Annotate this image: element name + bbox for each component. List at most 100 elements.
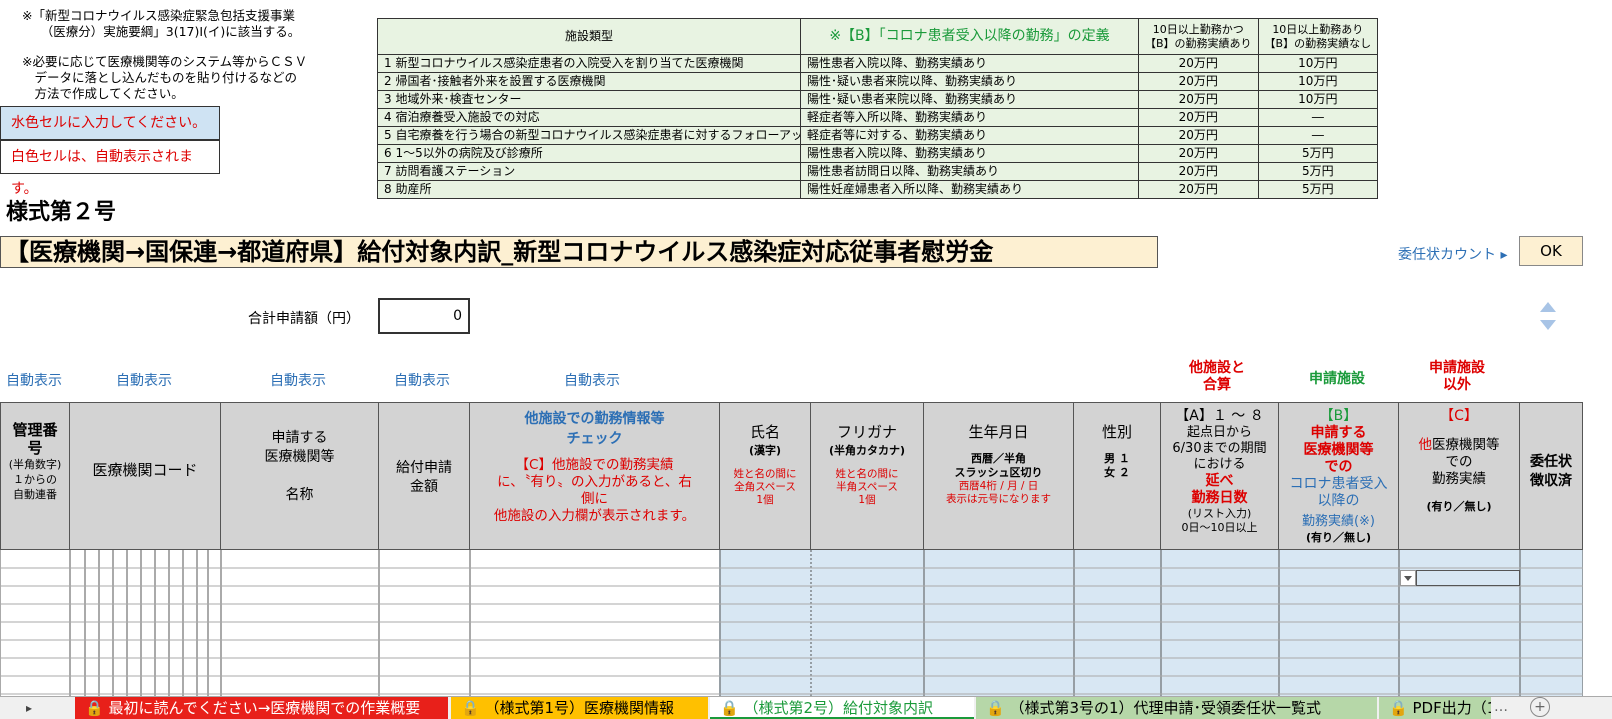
- ref-cell: 20万円: [1138, 144, 1259, 163]
- ref-cell: 4 宿泊療養受入施設での対応: [377, 108, 801, 127]
- col-shimei: 氏名 (漢字) 姓と名の間に 全角スペース 1個: [719, 402, 811, 550]
- ok-button[interactable]: OK: [1519, 236, 1583, 266]
- ref-cell: 8 助産所: [377, 180, 801, 199]
- col-birth-sub: 西暦／半角 スラッシュ区切り: [954, 452, 1043, 479]
- page-title: 【医療機関→国保連→都道府県】給付対象内訳_新型コロナウイルス感染症対応従事者慰…: [0, 236, 1158, 268]
- col-furigana: フリガナ (半角カタカナ) 姓と名の間に 半角スペース 1個: [810, 402, 924, 550]
- auto-label: 自動表示: [116, 373, 172, 389]
- ref-cell: 20万円: [1138, 126, 1259, 145]
- selected-cell[interactable]: [1416, 570, 1520, 586]
- ref-cell: 軽症者等入所以降、勤務実績あり: [800, 108, 1139, 127]
- auto-label: 自動表示: [6, 373, 62, 389]
- col-amount: 給付申請 金額: [378, 402, 470, 550]
- ref-cell: 陽性･疑い患者来院以降、勤務実績あり: [800, 90, 1139, 109]
- ref-cell: 陽性患者入院以降、勤務実績あり: [800, 54, 1139, 73]
- tab-label: PDF出力（1: [1412, 699, 1491, 717]
- ref-cell: 20万円: [1138, 108, 1259, 127]
- col-shimei-note: 姓と名の間に 全角スペース 1個: [733, 468, 797, 506]
- ref-cell: 1 新型コロナウイルス感染症患者の入院受入を割り当てた医療機関: [377, 54, 801, 73]
- tab-form2[interactable]: 🔒 （様式第2号）給付対象内訳: [710, 697, 974, 719]
- tab-label: （様式第1号）医療機関情報: [484, 699, 675, 717]
- col-b-record: 【B】 申請する 医療機関等 での コロナ患者受入 以降の 勤務実績(※) (有…: [1278, 402, 1399, 550]
- ref-cell: 5 自宅療養を行う場合の新型コロナウイルス感染症患者に対するフォローアッ: [377, 126, 801, 145]
- ref-cell: 5万円: [1257, 162, 1379, 181]
- ref-cell: 10万円: [1257, 54, 1379, 73]
- ref-cell: 7 訪問看護ステーション: [377, 162, 801, 181]
- col-birth-title: 生年月日: [968, 423, 1029, 441]
- tab-overview[interactable]: 🔒 最初に読んでください→医療機関での作業概要: [75, 697, 448, 719]
- lock-icon: 🔒: [1389, 699, 1408, 717]
- col-a-days: 【A】１ ～ ８ 起点日から 6/30までの期間 における 延べ 勤務日数 (リ…: [1160, 402, 1279, 550]
- col-a-body: 起点日から 6/30までの期間 における: [1172, 425, 1267, 472]
- col-b-blue: コロナ患者受入 以降の: [1289, 476, 1388, 509]
- col-a-red: 延べ 勤務日数: [1191, 473, 1248, 506]
- col-kanri: 管理番 号 (半角数字) １からの 自動連番: [0, 402, 70, 550]
- col-code-title: 医療機関コード: [92, 461, 198, 479]
- col-a-title: 【A】１ ～ ８: [1175, 408, 1264, 424]
- lock-icon: 🔒: [461, 699, 480, 717]
- tab-form3-1[interactable]: 🔒 （様式第3号の1）代理申請･受領委任状一覧式: [976, 697, 1377, 719]
- ref-cell: 陽性･疑い患者来院以降、勤務実績あり: [800, 72, 1139, 91]
- note-2: ※必要に応じて医療機関等のシステム等からＣＳＶ データに落とし込んだものを貼り付…: [22, 54, 308, 101]
- col-sex-sub: 男 １ 女 ２: [1104, 452, 1130, 479]
- form-number: 様式第２号: [6, 200, 117, 225]
- col-name: 申請する 医療機関等 名称: [220, 402, 379, 550]
- group-applying: 申請施設: [1309, 371, 1365, 387]
- ref-cell: 5万円: [1257, 144, 1379, 163]
- ref-cell: 20万円: [1138, 90, 1259, 109]
- col-c-record: 【C】 他医療機関等 での 勤務実績 (有り／無し): [1398, 402, 1520, 550]
- col-c-body: 医療機関等 での 勤務実績: [1432, 437, 1500, 487]
- col-kanri-title: 管理番 号: [12, 421, 58, 457]
- more-tabs-icon[interactable]: …: [1494, 699, 1508, 715]
- col-b-title: 【B】: [1319, 408, 1358, 424]
- col-sex: 性別 男 １ 女 ２: [1073, 402, 1161, 550]
- dropdown-button[interactable]: [1400, 570, 1416, 586]
- col-furigana-sub: (半角カタカナ): [828, 444, 906, 457]
- ref-cell: 軽症者等に対する、勤務実績あり: [800, 126, 1139, 145]
- col-sex-title: 性別: [1101, 423, 1132, 441]
- col-check-title: 他施設での勤務情報等 チェック: [524, 411, 665, 447]
- ref-cell: 20万円: [1138, 180, 1259, 199]
- scroll-up-icon[interactable]: [1540, 302, 1556, 312]
- col-furigana-note: 姓と名の間に 半角スペース 1個: [835, 468, 899, 506]
- ref-cell: 3 地域外来･検査センター: [377, 90, 801, 109]
- col-b-red: 申請する 医療機関等 での: [1303, 425, 1374, 475]
- col-name-title: 申請する 医療機関等 名称: [264, 430, 335, 503]
- col-birth: 生年月日 西暦／半角 スラッシュ区切り 西暦4桁 / 月 / 日 表示は元号にな…: [923, 402, 1074, 550]
- col-c-title: 【C】: [1440, 408, 1478, 424]
- ref-header-2: 10日以上勤務かつ 【B】の勤務実績あり: [1138, 18, 1259, 55]
- auto-label: 自動表示: [564, 373, 620, 389]
- col-b-tail: 勤務実績(※): [1301, 514, 1376, 529]
- col-shimei-sub: (漢字): [748, 444, 782, 457]
- tab-form1[interactable]: 🔒 （様式第1号）医療機関情報: [451, 697, 708, 719]
- col-amount-title: 給付申請 金額: [396, 460, 452, 495]
- ref-cell: 2 帰国者･接触者外来を設置する医療機関: [377, 72, 801, 91]
- ref-cell: 陽性患者入院以降、勤務実績あり: [800, 144, 1139, 163]
- col-furigana-title: フリガナ: [836, 423, 897, 441]
- tab-pdf[interactable]: 🔒 PDF出力（1: [1379, 697, 1491, 719]
- lock-icon: 🔒: [720, 699, 739, 717]
- ref-header-1: ※【B】「コロナ患者受入以降の勤務」の定義: [800, 18, 1139, 55]
- add-sheet-icon[interactable]: +: [1530, 697, 1550, 717]
- col-check-body: 【C】他施設での勤務実績 に、〝有り〟の入力があると、右 側に 他施設の入力欄が…: [493, 457, 696, 524]
- tab-label: 最初に読んでください→医療機関での作業概要: [108, 699, 421, 717]
- col-kanri-sub: (半角数字) １からの 自動連番: [8, 458, 62, 501]
- total-amount-field: 0: [378, 298, 470, 334]
- facility-type-table: 施設類型 ※【B】「コロナ患者受入以降の勤務」の定義 10日以上勤務かつ 【B】…: [377, 18, 1379, 199]
- tab-scroll-icon[interactable]: ▸: [26, 701, 32, 715]
- grid-lines: [0, 550, 1583, 696]
- scroll-down-icon[interactable]: [1540, 320, 1556, 330]
- ref-cell: ―: [1257, 108, 1379, 127]
- ref-header-3: 10日以上勤務あり 【B】の勤務実績なし: [1257, 18, 1379, 55]
- tab-label: （様式第3号の1）代理申請･受領委任状一覧式: [1009, 699, 1322, 717]
- ref-cell: 20万円: [1138, 162, 1259, 181]
- ref-cell: 陽性患者訪問日以降、勤務実績あり: [800, 162, 1139, 181]
- chevron-down-icon: [1404, 576, 1412, 581]
- lock-icon: 🔒: [986, 699, 1005, 717]
- ref-header-0: 施設類型: [377, 18, 801, 55]
- ref-cell: 10万円: [1257, 72, 1379, 91]
- auto-label: 自動表示: [394, 373, 450, 389]
- col-shimei-title: 氏名: [749, 423, 780, 441]
- auto-label: 自動表示: [270, 373, 326, 389]
- inin-count-link[interactable]: 委任状カウント ▸: [1398, 244, 1507, 264]
